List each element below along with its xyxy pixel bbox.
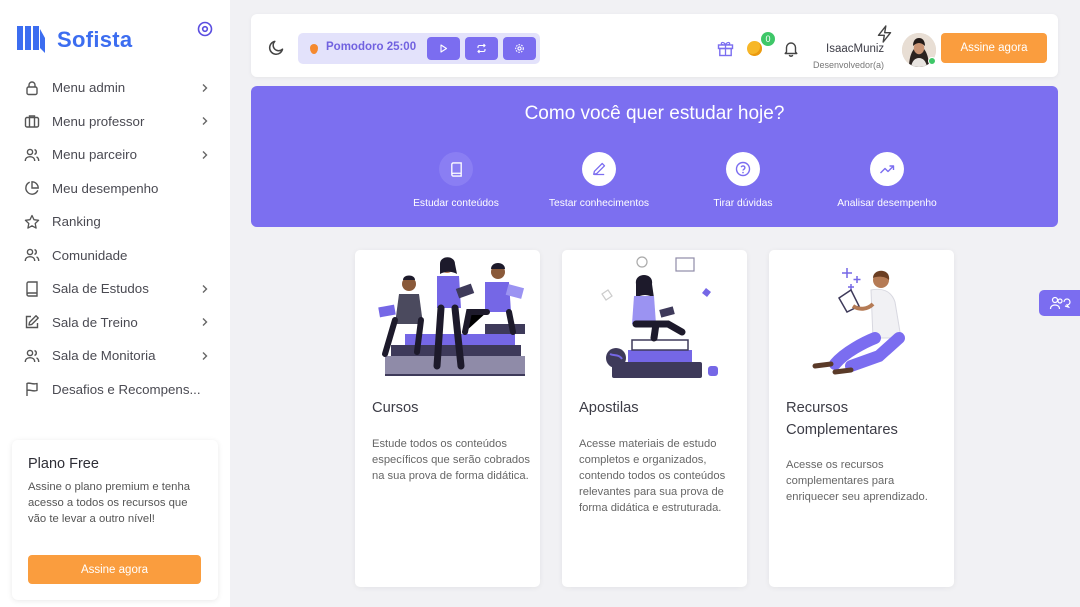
bell-icon[interactable]	[783, 40, 799, 57]
users-icon	[24, 148, 40, 161]
plan-title: Plano Free	[28, 456, 99, 472]
option-tirar-duvidas[interactable]: Tirar dúvidas	[663, 152, 823, 209]
student-with-books-illustration	[601, 256, 718, 378]
users-icon	[24, 248, 40, 262]
plan-box: Plano Free Assine o plano premium e tenh…	[12, 440, 218, 600]
sidebar-item-comunidade[interactable]: Comunidade	[0, 239, 230, 273]
sidebar-item-label: Ranking	[52, 214, 101, 230]
edit-icon	[25, 315, 39, 329]
top-header: Pomodoro 25:00 0 IsaacMuniz Desenvolvedo…	[251, 14, 1058, 77]
app-name: Sofista	[57, 26, 133, 52]
repeat-icon	[477, 43, 486, 54]
card-apostilas[interactable]: Apostilas Acesse materiais de estudo com…	[562, 250, 747, 587]
study-mode-banner: Como você quer estudar hoje? Estudar con…	[251, 86, 1058, 227]
online-status-dot	[928, 57, 936, 65]
chevron-right-icon	[202, 351, 208, 360]
option-label: Analisar desempenho	[837, 198, 937, 209]
pomodoro-timer: Pomodoro 25:00	[298, 33, 540, 64]
sidebar-item-sala-de-estudos[interactable]: Sala de Estudos	[0, 272, 230, 306]
card-description: Acesse os recursos complementares para e…	[786, 459, 928, 503]
user-role: Desenvolvedor(a)	[813, 60, 885, 70]
moon-icon[interactable]	[268, 39, 285, 56]
sidebar-item-sala-de-treino[interactable]: Sala de Treino	[0, 306, 230, 340]
sidebar-item-label: Sala de Treino	[52, 314, 138, 330]
users-chat-icon	[1049, 296, 1071, 310]
community-help-tab[interactable]	[1039, 290, 1080, 316]
target-icon[interactable]	[197, 21, 213, 37]
chevron-right-icon	[202, 117, 208, 126]
coins-icon[interactable]	[747, 41, 762, 56]
pomodoro-play-button[interactable]	[427, 37, 460, 60]
sidebar: Sofista Menu admin Menu professor Menu p…	[0, 0, 230, 607]
sidebar-item-label: Meu desempenho	[52, 180, 159, 196]
logo[interactable]: Sofista	[17, 26, 132, 53]
book-icon	[26, 281, 38, 297]
option-label: Tirar dúvidas	[713, 198, 773, 209]
sidebar-item-meu-desempenho[interactable]: Meu desempenho	[0, 172, 230, 206]
gear-icon	[515, 44, 524, 53]
pomodoro-reset-button[interactable]	[465, 37, 498, 60]
flag-icon	[26, 382, 38, 397]
students-reading-illustration	[378, 257, 525, 376]
pomodoro-label: Pomodoro 25:00	[326, 41, 417, 53]
pencil-icon	[593, 162, 606, 176]
chevron-right-icon	[202, 284, 208, 293]
chevron-right-icon	[202, 318, 208, 327]
lock-icon	[26, 81, 38, 95]
person-reading-illustration	[812, 268, 905, 375]
coins-badge: 0	[760, 31, 776, 47]
sidebar-item-ranking[interactable]: Ranking	[0, 205, 230, 239]
fire-icon	[310, 44, 318, 54]
card-title: Recursos Complementares	[786, 400, 898, 438]
chevron-right-icon	[202, 150, 208, 159]
sidebar-item-label: Menu admin	[52, 80, 126, 96]
header-subscribe-button[interactable]: Assine agora	[941, 33, 1047, 63]
sidebar-item-label: Comunidade	[52, 247, 128, 263]
card-cursos[interactable]: Cursos Estude todos os conteúdos específ…	[355, 250, 540, 587]
sidebar-item-desafios[interactable]: Desafios e Recompens...	[0, 373, 230, 407]
sofista-logo-icon	[17, 26, 45, 53]
card-recursos-complementares[interactable]: Recursos Complementares Acesse os recurs…	[769, 250, 954, 587]
user-name[interactable]: IsaacMuniz	[826, 43, 884, 55]
card-title: Apostilas	[579, 400, 639, 416]
option-testar-conhecimentos[interactable]: Testar conhecimentos	[519, 152, 679, 209]
option-icon-circle	[582, 152, 616, 186]
card-description: Estude todos os conteúdos específicos qu…	[372, 438, 530, 482]
gift-icon[interactable]	[717, 40, 734, 57]
sidebar-item-label: Menu parceiro	[52, 147, 137, 163]
option-estudar-conteudos[interactable]: Estudar conteúdos	[376, 152, 536, 209]
sidebar-item-sala-de-monitoria[interactable]: Sala de Monitoria	[0, 339, 230, 373]
book-icon	[450, 161, 462, 177]
briefcase-icon	[24, 115, 40, 128]
chevron-right-icon	[202, 83, 208, 92]
sidebar-item-menu-parceiro[interactable]: Menu parceiro	[0, 138, 230, 172]
help-circle-icon	[735, 161, 751, 177]
option-label: Testar conhecimentos	[548, 198, 650, 209]
card-title: Cursos	[372, 400, 419, 416]
option-icon-circle	[870, 152, 904, 186]
sidebar-item-label: Sala de Estudos	[52, 281, 149, 297]
pomodoro-settings-button[interactable]	[503, 37, 536, 60]
users-icon	[24, 349, 40, 362]
option-label: Estudar conteúdos	[413, 198, 499, 209]
star-icon	[24, 214, 40, 229]
option-icon-circle	[726, 152, 760, 186]
card-description: Acesse materiais de estudo completos e o…	[579, 438, 726, 514]
sidebar-item-label: Desafios e Recompens...	[52, 381, 201, 397]
option-analisar-desempenho[interactable]: Analisar desempenho	[807, 152, 967, 209]
pie-chart-icon	[25, 181, 39, 196]
sidebar-item-menu-admin[interactable]: Menu admin	[0, 71, 230, 105]
plan-subscribe-button[interactable]: Assine agora	[28, 555, 201, 584]
option-icon-circle	[439, 152, 473, 186]
play-icon	[440, 44, 448, 53]
trending-up-icon	[880, 165, 895, 174]
sidebar-menu: Menu admin Menu professor Menu parceiro …	[0, 71, 230, 406]
sidebar-item-label: Menu professor	[52, 113, 145, 129]
plan-description: Assine o plano premium e tenha acesso a …	[28, 481, 191, 525]
lightning-icon[interactable]	[876, 25, 893, 43]
sidebar-item-label: Sala de Monitoria	[52, 348, 156, 364]
sidebar-item-menu-professor[interactable]: Menu professor	[0, 105, 230, 139]
banner-title: Como você quer estudar hoje?	[524, 103, 785, 124]
